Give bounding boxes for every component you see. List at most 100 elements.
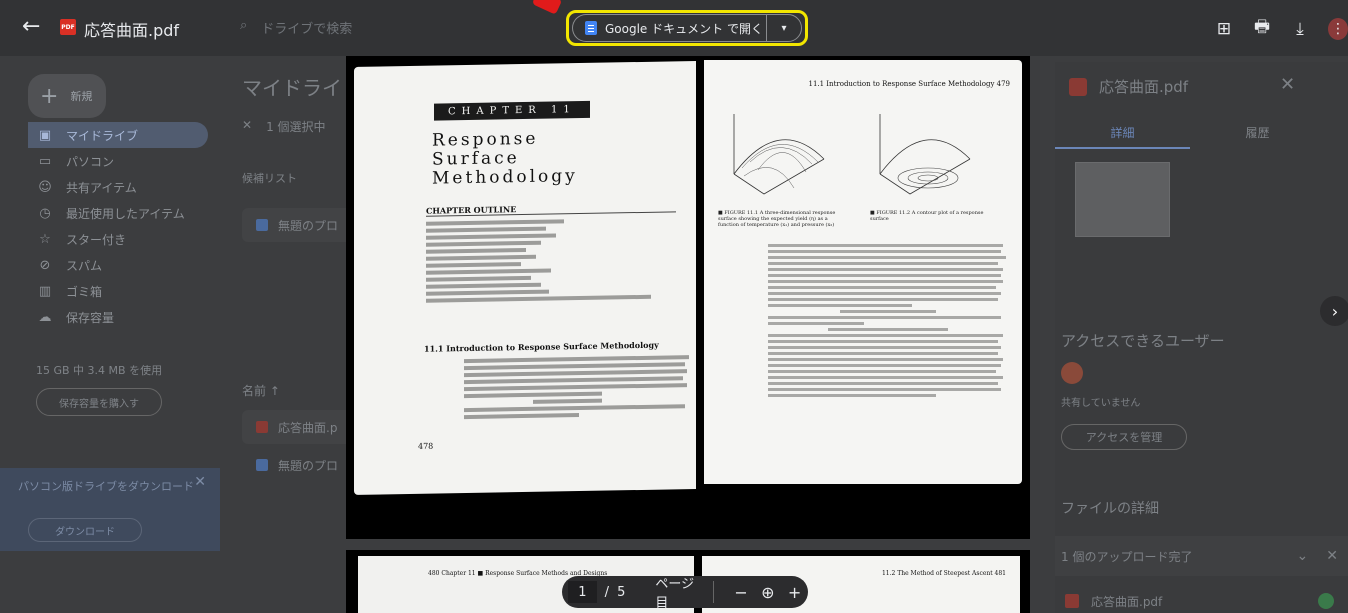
search-box[interactable]: ⌕ ドライブで検索 <box>240 18 352 37</box>
nav-item-starred[interactable]: ☆ スター付き <box>28 226 208 252</box>
add-to-drive-icon[interactable]: ⊞ <box>1214 19 1234 39</box>
download-icon[interactable]: ⤓ <box>1290 19 1310 39</box>
file-details-title: ファイルの詳細 <box>1061 501 1159 517</box>
current-page-input[interactable]: 1 <box>568 581 597 603</box>
nav-label: パソコン <box>66 154 115 169</box>
download-promo-button[interactable]: ダウンロード <box>28 518 142 542</box>
file-name: 無題のプロ <box>278 218 339 233</box>
surface-plot-figure <box>733 114 825 195</box>
upload-status-text: 1 個のアップロード完了 <box>1061 549 1193 564</box>
buy-storage-button[interactable]: 保存容量を購入す <box>36 388 162 416</box>
computer-icon: ▭ <box>38 153 52 169</box>
outline-text <box>426 217 676 305</box>
details-tabs: 詳細 履歴 <box>1055 124 1325 149</box>
details-panel: 応答曲面.pdf ✕ 詳細 履歴 アクセスできるユーザー 共有していません アク… <box>1055 62 1348 613</box>
toolbar-actions: ⊞ 🖶 ⤓ ⋮ <box>1214 14 1348 43</box>
open-with-dropdown[interactable]: ▾ <box>766 14 802 42</box>
nav-item-storage[interactable]: ☁ 保存容量 <box>28 304 208 330</box>
section-heading: 11.1 Introduction to Response Surface Me… <box>424 339 659 354</box>
nav-label: スター付き <box>66 232 127 247</box>
my-drive-icon: ▣ <box>38 127 52 143</box>
nav-label: 保存容量 <box>66 310 115 325</box>
drive-nav: ▣ マイドライブ ▭ パソコン ☺ 共有アイテム ◷ 最近使用したアイテム ☆ スター付き… <box>28 122 208 330</box>
page-separator: / <box>604 584 610 600</box>
storage-usage: 15 GB 中 3.4 MB を使用 <box>36 364 163 377</box>
running-header: 11.2 The Method of Steepest Ascent 481 <box>881 570 1006 577</box>
name-column-header[interactable]: 名前 ↑ <box>242 382 280 399</box>
figure-caption: ■ FIGURE 11.1 A three-dimensional respon… <box>718 210 836 228</box>
new-button-label: 新規 <box>70 90 93 103</box>
body-text <box>768 244 1008 400</box>
contour-plot-figure <box>879 114 971 195</box>
page-controls: 1 / 5 ページ目 − ⊕ + <box>562 576 808 611</box>
zoom-icon[interactable]: ⊕ <box>755 583 782 602</box>
total-pages: 5 <box>617 584 626 600</box>
section-text <box>464 355 694 422</box>
share-status: 共有していません <box>1061 398 1141 409</box>
figure-caption: ■ FIGURE 11.2 A contour plot of a respon… <box>870 210 984 222</box>
page-label: ページ目 <box>655 577 695 611</box>
plus-icon: + <box>40 83 59 109</box>
check-icon <box>1318 593 1334 609</box>
cloud-icon: ☁ <box>38 309 52 325</box>
manage-access-button[interactable]: アクセスを管理 <box>1061 424 1187 450</box>
file-title: 応答曲面.pdf <box>84 21 180 40</box>
doc-icon <box>256 459 268 471</box>
pdf-icon: PDF <box>60 19 76 35</box>
access-title: アクセスできるユーザー <box>1061 332 1225 350</box>
chapter-label: CHAPTER 11 <box>434 100 590 121</box>
selection-bar: ✕ 1 個選択中 <box>242 118 326 135</box>
upload-controls: ⌄ ✕ <box>1297 548 1338 564</box>
running-header: 11.1 Introduction to Response Surface Me… <box>808 80 1010 88</box>
nav-label: マイドライブ <box>66 128 139 143</box>
clock-icon: ◷ <box>39 205 51 221</box>
file-name: 応答曲面.p <box>278 420 338 435</box>
close-icon[interactable]: ✕ <box>1326 548 1338 564</box>
search-icon: ⌕ <box>240 18 248 33</box>
zoom-in-button[interactable]: + <box>781 583 808 602</box>
nav-label: 最近使用したアイテム <box>66 206 185 221</box>
next-file-button[interactable]: › <box>1320 296 1348 326</box>
nav-item-spam[interactable]: ⊘ スパム <box>28 252 208 278</box>
nav-item-trash[interactable]: ▥ ゴミ箱 <box>28 278 208 304</box>
zoom-out-button[interactable]: − <box>728 583 755 602</box>
chapter-title: Response Surface Methodology <box>432 128 578 189</box>
file-row[interactable]: 応答曲面.p <box>242 410 352 444</box>
nav-label: 共有アイテム <box>66 180 137 195</box>
open-with-google-docs-button[interactable]: Google ドキュメント で開く <box>572 14 766 42</box>
file-row[interactable]: 無題のプロ <box>242 448 352 482</box>
new-button[interactable]: + 新規 <box>28 74 106 118</box>
close-icon[interactable]: ✕ <box>194 474 206 491</box>
selection-count: 1 個選択中 <box>266 120 326 134</box>
nav-item-recent[interactable]: ◷ 最近使用したアイテム <box>28 200 208 226</box>
clear-selection-icon[interactable]: ✕ <box>242 118 252 135</box>
nav-item-my-drive[interactable]: ▣ マイドライブ <box>28 122 208 148</box>
avatar <box>1061 362 1083 384</box>
upload-item[interactable]: 応答曲面.pdf <box>1055 586 1348 613</box>
pdf-icon <box>1069 77 1087 96</box>
search-placeholder: ドライブで検索 <box>261 22 353 37</box>
tab-activity[interactable]: 履歴 <box>1190 124 1325 149</box>
trash-icon: ▥ <box>38 283 52 299</box>
print-icon[interactable]: 🖶 <box>1252 14 1272 43</box>
chevron-down-icon[interactable]: ⌄ <box>1297 548 1309 564</box>
file-thumbnail <box>1075 162 1170 237</box>
more-icon[interactable]: ⋮ <box>1328 17 1348 40</box>
details-title: 応答曲面.pdf <box>1069 76 1188 97</box>
book-right-page: 11.1 Introduction to Response Surface Me… <box>704 60 1022 484</box>
shared-icon: ☺ <box>38 179 52 195</box>
viewer-toolbar: ← PDF 応答曲面.pdf ⌕ ドライブで検索 Google ドキュメント で… <box>0 0 1348 56</box>
promo-text: パソコン版ドライブをダウンロード <box>18 480 194 493</box>
back-arrow-icon[interactable]: ← <box>22 14 40 39</box>
nav-item-shared[interactable]: ☺ 共有アイテム <box>28 174 208 200</box>
chevron-right-icon: › <box>1331 301 1339 321</box>
suggested-label: 候補リスト <box>242 172 297 185</box>
tab-details[interactable]: 詳細 <box>1055 124 1190 149</box>
nav-item-computers[interactable]: ▭ パソコン <box>28 148 208 174</box>
book-left-page: CHAPTER 11 Response Surface Methodology … <box>354 61 696 495</box>
upload-file-name: 応答曲面.pdf <box>1091 594 1163 609</box>
page-title: マイドライ <box>242 76 342 100</box>
page-number: 478 <box>418 441 434 451</box>
suggested-file[interactable]: 無題のプロ <box>242 208 352 242</box>
close-icon[interactable]: ✕ <box>1280 74 1295 95</box>
